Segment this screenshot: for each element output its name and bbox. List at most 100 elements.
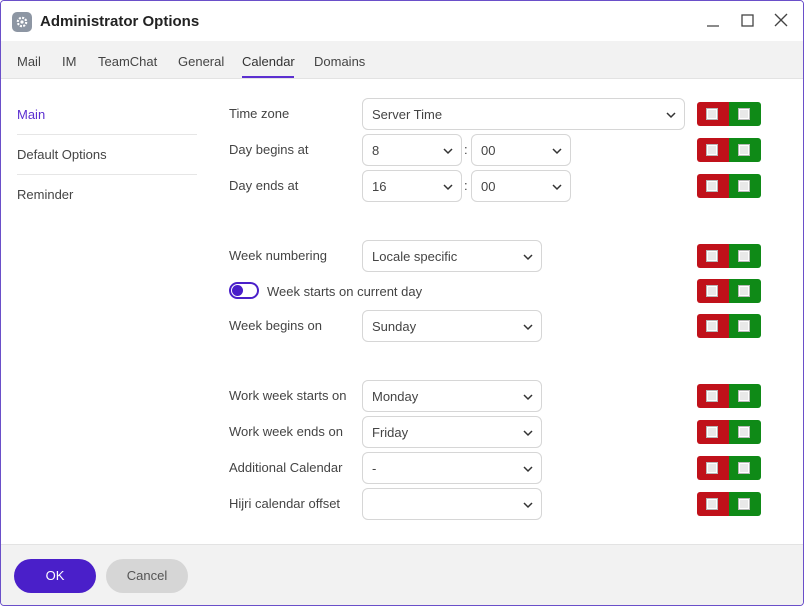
lock-red-button[interactable] <box>697 174 729 198</box>
checkbox-icon <box>738 426 750 438</box>
tab-teamchat[interactable]: TeamChat <box>98 54 157 69</box>
work-week-starts-lock-toggle <box>697 384 761 408</box>
checkbox-icon <box>738 320 750 332</box>
ok-button[interactable]: OK <box>14 559 96 593</box>
dialog-footer: OK Cancel <box>1 544 803 605</box>
day-begins-label: Day begins at <box>229 142 309 157</box>
work-week-ends-label: Work week ends on <box>229 424 343 439</box>
chevron-down-icon <box>552 148 562 155</box>
chevron-down-icon <box>523 394 533 401</box>
sidebar-item-default-options[interactable]: Default Options <box>17 147 107 162</box>
checkbox-icon <box>706 390 718 402</box>
additional-calendar-lock-toggle <box>697 456 761 480</box>
hijri-offset-lock-toggle <box>697 492 761 516</box>
week-starts-current-lock-toggle <box>697 279 761 303</box>
checkbox-icon <box>738 180 750 192</box>
time-zone-label: Time zone <box>229 106 290 121</box>
week-numbering-label: Week numbering <box>229 248 328 263</box>
lock-green-button[interactable] <box>729 384 761 408</box>
chevron-down-icon <box>523 254 533 261</box>
sidebar-divider <box>17 174 197 175</box>
title-bar: Administrator Options <box>1 1 803 41</box>
lock-red-button[interactable] <box>697 279 729 303</box>
lock-green-button[interactable] <box>729 244 761 268</box>
checkbox-icon <box>706 498 718 510</box>
active-tab-indicator <box>242 76 294 78</box>
hijri-offset-select[interactable] <box>362 488 542 520</box>
day-ends-label: Day ends at <box>229 178 299 193</box>
work-week-ends-select[interactable]: Friday <box>362 416 542 448</box>
work-week-starts-select[interactable]: Monday <box>362 380 542 412</box>
checkbox-icon <box>706 462 718 474</box>
lock-red-button[interactable] <box>697 456 729 480</box>
checkbox-icon <box>738 285 750 297</box>
gear-app-icon <box>12 12 32 32</box>
lock-red-button[interactable] <box>697 420 729 444</box>
week-numbering-select[interactable]: Locale specific <box>362 240 542 272</box>
maximize-icon[interactable] <box>737 11 757 31</box>
lock-green-button[interactable] <box>729 456 761 480</box>
day-begins-lock-toggle <box>697 138 761 162</box>
tab-im[interactable]: IM <box>62 54 76 69</box>
tab-general[interactable]: General <box>178 54 224 69</box>
tab-domains[interactable]: Domains <box>314 54 365 69</box>
work-week-ends-lock-toggle <box>697 420 761 444</box>
day-ends-hour-select[interactable]: 16 <box>362 170 462 202</box>
lock-green-button[interactable] <box>729 420 761 444</box>
lock-red-button[interactable] <box>697 314 729 338</box>
time-separator: : <box>464 142 468 157</box>
work-week-starts-label: Work week starts on <box>229 388 347 403</box>
lock-green-button[interactable] <box>729 492 761 516</box>
sidebar-item-reminder[interactable]: Reminder <box>17 187 73 202</box>
lock-green-button[interactable] <box>729 314 761 338</box>
week-numbering-lock-toggle <box>697 244 761 268</box>
chevron-down-icon <box>443 184 453 191</box>
lock-green-button[interactable] <box>729 174 761 198</box>
lock-green-button[interactable] <box>729 138 761 162</box>
time-zone-lock-toggle <box>697 102 761 126</box>
time-zone-select[interactable]: Server Time <box>362 98 685 130</box>
chevron-down-icon <box>523 466 533 473</box>
week-begins-label: Week begins on <box>229 318 322 333</box>
additional-calendar-label: Additional Calendar <box>229 460 343 475</box>
lock-red-button[interactable] <box>697 102 729 126</box>
week-begins-select[interactable]: Sunday <box>362 310 542 342</box>
tab-calendar[interactable]: Calendar <box>242 54 295 69</box>
lock-red-button[interactable] <box>697 138 729 162</box>
administrator-options-dialog: Administrator Options Mail IM TeamChat G… <box>0 0 804 606</box>
tab-mail[interactable]: Mail <box>17 54 41 69</box>
sidebar-item-main[interactable]: Main <box>17 107 45 122</box>
checkbox-icon <box>738 462 750 474</box>
checkbox-icon <box>706 108 718 120</box>
lock-red-button[interactable] <box>697 384 729 408</box>
week-begins-lock-toggle <box>697 314 761 338</box>
checkbox-icon <box>706 285 718 297</box>
chevron-down-icon <box>552 184 562 191</box>
chevron-down-icon <box>523 430 533 437</box>
lock-red-button[interactable] <box>697 244 729 268</box>
day-ends-lock-toggle <box>697 174 761 198</box>
week-starts-current-day-toggle[interactable] <box>229 282 259 299</box>
chevron-down-icon <box>666 112 676 119</box>
checkbox-icon <box>738 108 750 120</box>
week-starts-current-day-label: Week starts on current day <box>267 284 423 299</box>
checkbox-icon <box>706 426 718 438</box>
additional-calendar-select[interactable]: - <box>362 452 542 484</box>
chevron-down-icon <box>523 502 533 509</box>
lock-green-button[interactable] <box>729 279 761 303</box>
checkbox-icon <box>706 180 718 192</box>
lock-red-button[interactable] <box>697 492 729 516</box>
close-icon[interactable] <box>771 11 791 31</box>
sidebar-divider <box>17 134 197 135</box>
day-begins-minute-select[interactable]: 00 <box>471 134 571 166</box>
lock-green-button[interactable] <box>729 102 761 126</box>
checkbox-icon <box>738 498 750 510</box>
cancel-button[interactable]: Cancel <box>106 559 188 593</box>
checkbox-icon <box>738 144 750 156</box>
minimize-icon[interactable] <box>703 11 723 31</box>
checkbox-icon <box>706 250 718 262</box>
checkbox-icon <box>706 144 718 156</box>
checkbox-icon <box>738 250 750 262</box>
day-ends-minute-select[interactable]: 00 <box>471 170 571 202</box>
day-begins-hour-select[interactable]: 8 <box>362 134 462 166</box>
